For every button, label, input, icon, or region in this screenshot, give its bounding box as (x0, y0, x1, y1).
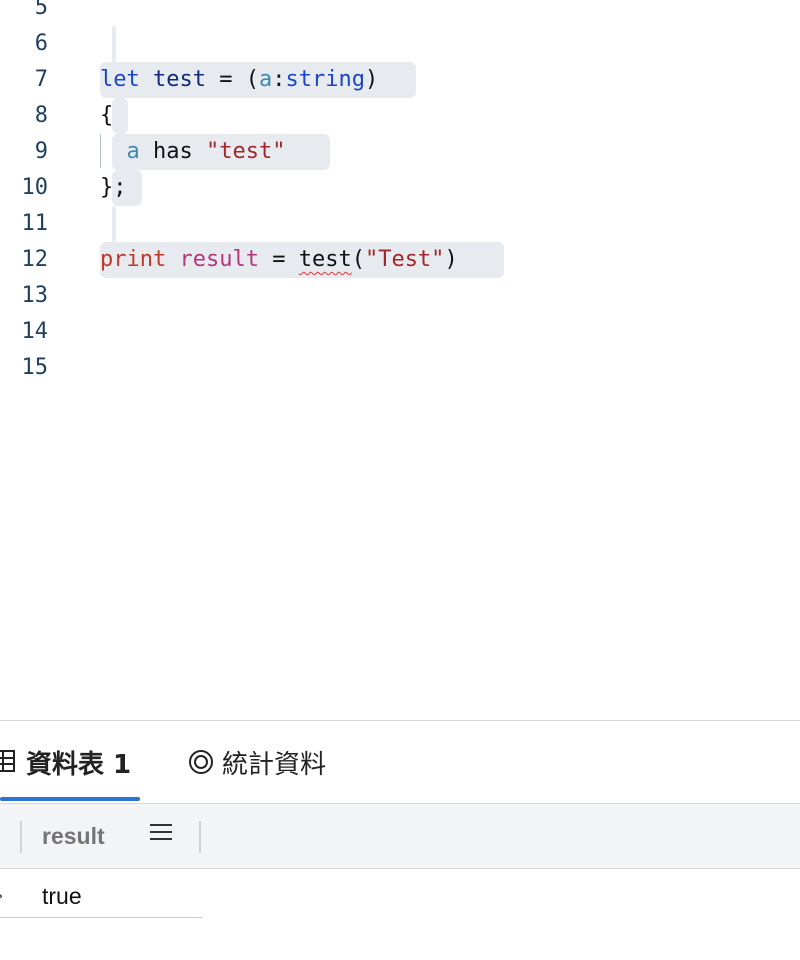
paren-close: ) (444, 247, 458, 272)
code-line-8[interactable]: { (100, 98, 113, 134)
line-number: 5 (34, 0, 48, 20)
results-tab-bar: 資料表 1 統計資料 (0, 721, 800, 803)
line-number: 11 (21, 211, 49, 236)
parameter: a (126, 139, 140, 164)
tab-label: 統計資料 (222, 749, 327, 780)
column-header-result[interactable]: result (42, 804, 105, 868)
paren-open: ( (351, 247, 365, 272)
line-number: 8 (34, 103, 48, 128)
code-editor[interactable]: 5 6 7 8 9 10 11 12 13 14 15 let test = (… (0, 0, 800, 720)
line-number: 7 (34, 67, 48, 92)
code-line-7[interactable]: let test = (a:string) (100, 62, 378, 98)
active-tab-indicator (0, 797, 140, 801)
column-separator[interactable] (20, 821, 22, 853)
tab-label: 資料表 1 (26, 749, 132, 780)
grid-header: result (0, 803, 800, 869)
chevron-right-icon[interactable]: › (0, 886, 3, 905)
function-name: test (153, 67, 206, 92)
line-number: 12 (21, 247, 49, 272)
operator-has: has (139, 139, 206, 164)
function-call-error[interactable]: test (299, 247, 352, 272)
operator: = ( (205, 67, 259, 92)
operator: = (258, 247, 299, 272)
line-number: 15 (21, 355, 49, 380)
column-separator[interactable] (199, 821, 201, 853)
column-menu-icon[interactable] (150, 824, 174, 846)
selection-highlight (112, 206, 116, 242)
table-row[interactable]: › true (0, 868, 202, 918)
paren-close: ) (364, 67, 379, 92)
keyword-let: let (100, 67, 140, 92)
table-cell-result[interactable]: true (42, 868, 82, 924)
parameter: a (258, 67, 273, 92)
selection-highlight (112, 98, 128, 134)
tab-statistics[interactable]: 統計資料 (188, 721, 326, 803)
code-line-9[interactable]: a has "test" (100, 134, 286, 170)
line-number: 9 (34, 139, 48, 164)
code-line-12[interactable]: print result = test("Test") (100, 242, 458, 278)
string-literal: "Test" (364, 247, 445, 272)
stats-ring-icon (189, 750, 213, 774)
line-number: 10 (21, 175, 49, 200)
line-number: 13 (21, 283, 49, 308)
keyword-print: print (100, 247, 167, 272)
selection-highlight (112, 26, 116, 62)
brace-open: { (100, 103, 114, 128)
code-line-10[interactable]: }; (100, 170, 127, 206)
brace-close: }; (100, 175, 127, 200)
variable-name: result (179, 247, 259, 272)
string-literal: "test" (205, 139, 286, 164)
colon: : (272, 67, 286, 92)
line-number: 14 (21, 319, 49, 344)
type-name: string (285, 67, 365, 92)
tab-table-1[interactable]: 資料表 1 (0, 721, 131, 803)
line-number: 6 (34, 31, 48, 56)
table-icon (0, 750, 15, 772)
